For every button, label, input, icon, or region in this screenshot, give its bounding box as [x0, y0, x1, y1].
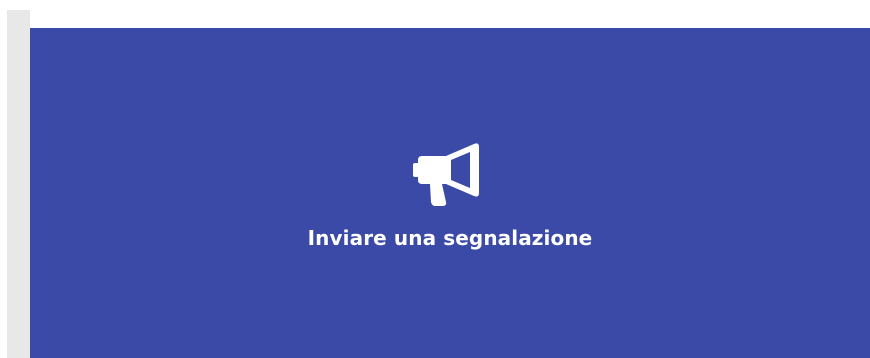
send-report-card[interactable]: Inviare una segnalazione — [30, 28, 870, 358]
megaphone-icon — [410, 136, 490, 208]
send-report-label: Inviare una segnalazione — [307, 226, 593, 250]
left-sidebar-edge — [0, 0, 30, 358]
left-sidebar-edge-panel — [7, 10, 30, 358]
page: Inviare una segnalazione — [0, 0, 870, 358]
